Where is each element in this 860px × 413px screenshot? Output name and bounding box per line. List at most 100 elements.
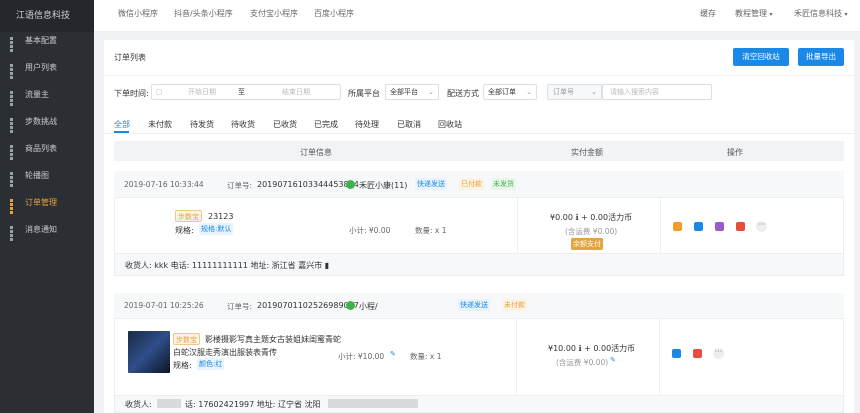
ship-status-tag: 未发货 (491, 178, 516, 190)
shipping-icon[interactable] (715, 222, 724, 231)
paid-amount: ¥0.00 ℹ + 0.00活力币 (550, 213, 633, 222)
order-time: 2019-07-01 10:25:26 (124, 301, 204, 310)
grid-icon (10, 226, 17, 241)
tab-unpaid[interactable]: 未付款 (148, 119, 172, 130)
tab-received[interactable]: 已收货 (273, 119, 297, 130)
sidebar-item-products[interactable]: 商品列表 (0, 135, 94, 162)
header-paid-amount: 实付金额 (571, 148, 603, 157)
receiver-label: 收货人: (125, 400, 152, 409)
sidebar-item-label: 商品列表 (25, 144, 57, 153)
product-title[interactable]: 23123 (208, 212, 233, 221)
tab-to-receive[interactable]: 待收货 (231, 119, 255, 130)
tab-recycle-bin[interactable]: 回收站 (438, 119, 462, 130)
order-time: 2019-07-16 10:33:44 (124, 180, 204, 189)
edit-shipping-icon[interactable]: ✎ (610, 356, 616, 364)
tutorial-menu[interactable]: 教程管理 ▾ (735, 0, 773, 29)
subtotal: 小计: ¥0.00 (349, 226, 391, 235)
payment-method-badge: 余额支付 (571, 238, 603, 250)
redacted-address (328, 399, 418, 408)
product-title-line2[interactable]: 白蛇汉服走秀演出服装表青传 (173, 347, 277, 358)
sidebar-item-basic-config[interactable]: 基本配置 (0, 27, 94, 54)
product-thumbnail (128, 331, 170, 373)
paid-amount: ¥10.00 ℹ + 0.00活力币 (548, 344, 636, 353)
tutorial-menu-label: 教程管理 (735, 9, 767, 18)
order-item-row: 步数宝 23123 规格: 规格:默认 小计: ¥0.00 数量: x 1 ¥0… (114, 197, 844, 255)
print-icon[interactable] (694, 222, 703, 231)
sidebar-item-orders[interactable]: 订单管理 (0, 189, 94, 216)
redacted-name (157, 399, 181, 408)
sidebar-item-traffic[interactable]: 流量主 (0, 81, 94, 108)
message-icon[interactable] (736, 222, 745, 231)
order-number: 20190701102526989037 (257, 301, 359, 310)
order-no-label: 订单号: (227, 302, 253, 311)
sidebar-item-label: 订单管理 (25, 198, 57, 207)
sidebar-item-label: 用户列表 (25, 63, 57, 72)
receiver-address: 收货人: kkk 电话: 11111111111 地址: 浙江省 嘉兴市 ▮ (125, 261, 330, 270)
print-icon[interactable] (672, 349, 681, 358)
spec-label: 规格: (173, 361, 192, 370)
order-header-row: 2019-07-01 10:25:26 订单号: 201907011025269… (114, 293, 844, 318)
sidebar-item-notifications[interactable]: 消息通知 (0, 216, 94, 243)
more-icon[interactable]: ··· (713, 348, 724, 359)
grid-icon (10, 64, 17, 79)
start-date-input[interactable]: 开始日期 (188, 85, 216, 99)
end-date-input[interactable]: 结束日期 (282, 85, 310, 99)
order-user: 小程/ (359, 302, 378, 311)
delivery-select[interactable]: 全部订单 ⌄ (483, 84, 537, 100)
order-number: 20190716103344453804 (257, 180, 359, 189)
grid-icon (10, 145, 17, 160)
sidebar-item-label: 消息通知 (25, 225, 57, 234)
sidebar-item-label: 流量主 (25, 90, 49, 99)
platform-select-value: 全部平台 (390, 88, 418, 96)
divider (516, 318, 517, 396)
message-icon[interactable] (693, 349, 702, 358)
spec-label: 规格: (175, 226, 194, 235)
table-header: 订单信息 实付金额 操作 (114, 141, 844, 161)
nav-wechat-miniprogram[interactable]: 微信小程序 (118, 0, 158, 28)
shipping-fee: (含运费 ¥0.00) (556, 358, 609, 367)
date-range-separator: 至 (238, 88, 245, 96)
delivery-tag: 快递发送 (415, 178, 447, 190)
divider (660, 198, 661, 255)
divider (659, 318, 660, 396)
search-type-select[interactable]: 订单号 ⌄ (547, 84, 602, 100)
delivery-tag: 快递发送 (458, 299, 490, 311)
top-nav-bar: 微信小程序 抖音/头条小程序 支付宝小程序 百度小程序 缓存 教程管理 ▾ 禾匠… (94, 0, 860, 32)
edit-icon[interactable] (673, 222, 682, 231)
chevron-down-icon: ▾ (844, 11, 848, 18)
clear-recycle-button[interactable]: 清空回收站 (733, 48, 789, 66)
sidebar-item-carousel[interactable]: 轮播图 (0, 162, 94, 189)
cache-link[interactable]: 缓存 (700, 0, 716, 28)
search-input[interactable]: 请输入搜索内容 (602, 84, 712, 100)
account-menu[interactable]: 禾匠信息科技 ▾ (794, 0, 848, 29)
nav-douyin-miniprogram[interactable]: 抖音/头条小程序 (174, 0, 233, 28)
nav-alipay-miniprogram[interactable]: 支付宝小程序 (250, 0, 298, 28)
tab-completed[interactable]: 已完成 (314, 119, 338, 130)
order-no-label: 订单号: (227, 181, 253, 190)
quantity: 数量: x 1 (415, 226, 447, 235)
platform-label: 所属平台 (348, 89, 380, 98)
tab-pending[interactable]: 待处理 (355, 119, 379, 130)
edit-price-icon[interactable]: ✎ (390, 350, 396, 358)
batch-export-button[interactable]: 批量导出 (798, 48, 844, 66)
tab-to-ship[interactable]: 待发货 (190, 119, 214, 130)
tab-all[interactable]: 全部 (114, 119, 130, 130)
nav-baidu-miniprogram[interactable]: 百度小程序 (314, 0, 354, 28)
chevron-down-icon: ⌄ (591, 88, 597, 96)
platform-select[interactable]: 全部平台 ⌄ (385, 84, 439, 100)
date-range-picker[interactable]: ▢ 开始日期 至 结束日期 (151, 84, 341, 100)
order-user: 禾匠小康(11) (359, 181, 408, 190)
spec-tag: 颜色:红 (197, 358, 225, 370)
address-row: 收货人: kkk 电话: 11111111111 地址: 浙江省 嘉兴市 ▮ (114, 254, 844, 276)
sidebar-item-user-list[interactable]: 用户列表 (0, 54, 94, 81)
product-title[interactable]: 影楼摄影写真主题女古装姐妹闺蜜青蛇 (205, 334, 341, 345)
divider (104, 133, 854, 134)
wechat-icon (346, 301, 355, 310)
grid-icon (10, 37, 17, 52)
paid-status-tag: 已付款 (459, 178, 484, 190)
sidebar-item-step-challenge[interactable]: 步数挑战 (0, 108, 94, 135)
tab-cancelled[interactable]: 已取消 (397, 119, 421, 130)
product-source-tag: 步数宝 (175, 210, 202, 222)
delivery-select-value: 全部订单 (488, 88, 516, 96)
more-icon[interactable]: ··· (756, 221, 767, 232)
